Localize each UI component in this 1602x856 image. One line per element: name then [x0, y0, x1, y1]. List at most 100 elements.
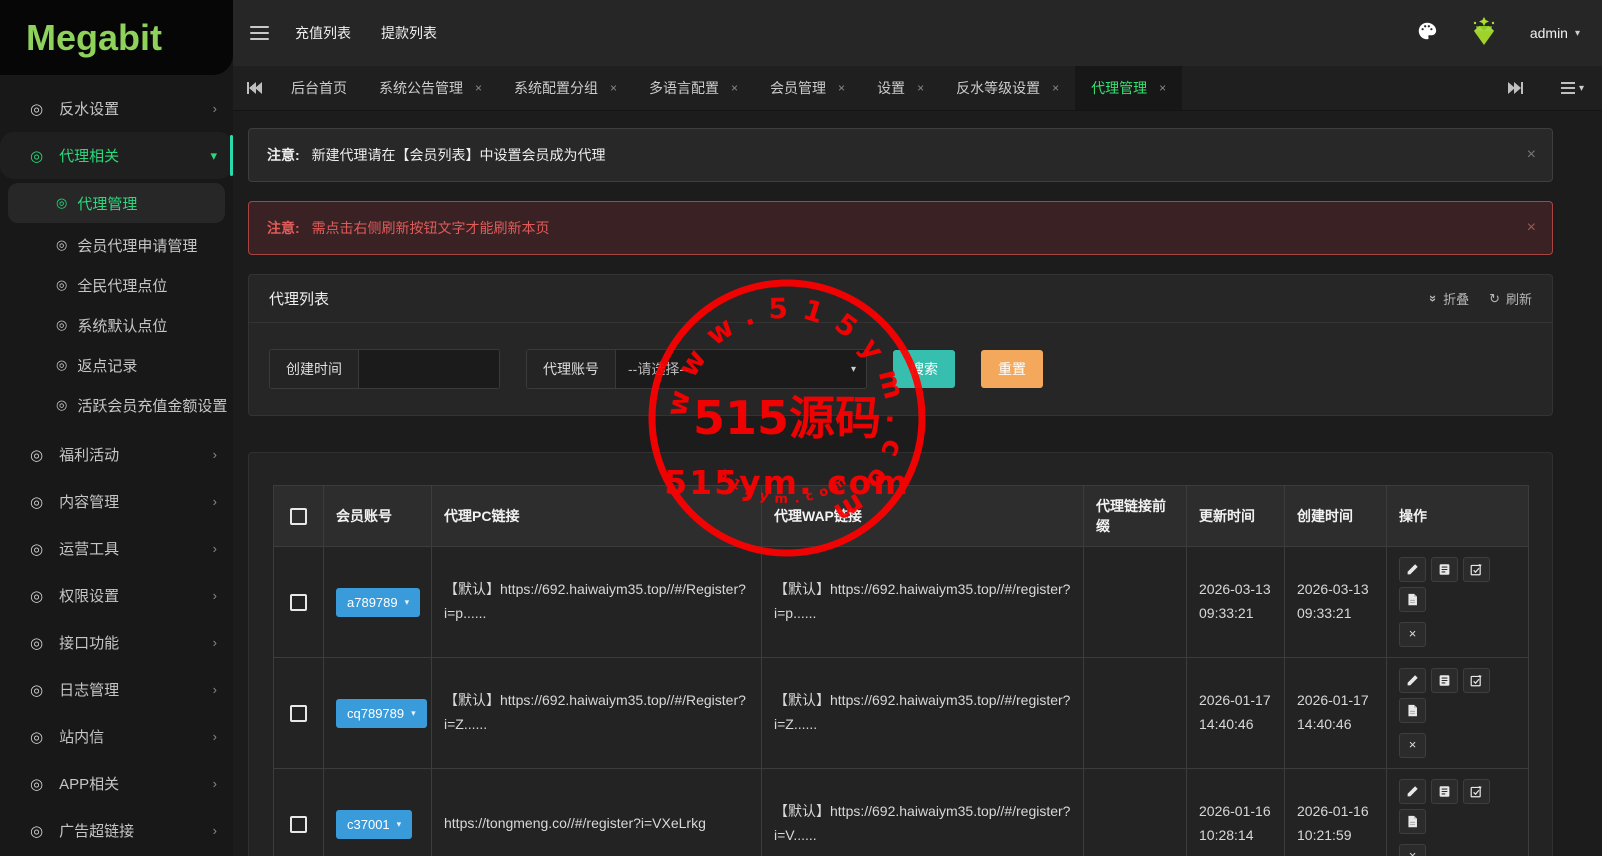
- audit-check-button[interactable]: [1463, 779, 1490, 804]
- avatar[interactable]: [1462, 9, 1506, 58]
- tab[interactable]: 设置 ×: [861, 66, 940, 110]
- sidebar-subitem[interactable]: ◎ 代理管理: [8, 183, 225, 223]
- tab-close-icon[interactable]: ×: [731, 81, 738, 95]
- chevron-icon: ›: [212, 101, 217, 116]
- agent-table-card: 会员账号 代理PC链接 代理WAP链接 代理链接前缀 更新时间 创建时间 操作 …: [248, 452, 1553, 856]
- account-dropdown-button[interactable]: c37001 ▾: [336, 809, 413, 839]
- sidebar-menu: ◎ 反水设置 › ◎ 代理相关 ▾ ◎ 代理管理 ◎ 会员代理申请管理 ◎ 全民…: [0, 75, 233, 854]
- delete-button[interactable]: ×: [1399, 733, 1426, 758]
- tab[interactable]: 系统配置分组 ×: [498, 66, 633, 110]
- sidebar-item-label: 反水设置: [59, 101, 120, 118]
- theme-palette-icon[interactable]: [1416, 20, 1438, 47]
- close-icon[interactable]: ×: [1527, 219, 1536, 237]
- sidebar-item[interactable]: ◎ 站内信 ›: [0, 713, 233, 760]
- sidebar-item[interactable]: ◎ APP相关 ›: [0, 760, 233, 807]
- sidebar-item[interactable]: ◎ 反水设置 ›: [0, 85, 233, 132]
- file-button[interactable]: [1399, 587, 1426, 612]
- row-checkbox[interactable]: [290, 704, 307, 722]
- created-time: 2026-03-13 09:33:21: [1284, 546, 1387, 658]
- chevron-down-icon: ▾: [1578, 82, 1584, 94]
- tab-close-icon[interactable]: ×: [1159, 81, 1166, 95]
- refresh-button[interactable]: ↻ 刷新: [1489, 289, 1532, 308]
- chevron-down-icon: ▾: [396, 818, 402, 829]
- tab-label: 设置: [877, 80, 906, 96]
- select-all-checkbox[interactable]: [290, 507, 307, 525]
- select-value: --请选择--: [628, 361, 689, 377]
- detail-list-button[interactable]: [1431, 779, 1458, 804]
- sidebar-item[interactable]: ◎ 运营工具 ›: [0, 525, 233, 572]
- sidebar-subitem[interactable]: ◎ 系统默认点位: [0, 305, 233, 345]
- tab[interactable]: 后台首页: [275, 66, 363, 110]
- collapse-button[interactable]: » 折叠: [1426, 289, 1469, 308]
- close-icon[interactable]: ×: [1527, 146, 1536, 164]
- search-button[interactable]: 搜索: [893, 350, 955, 388]
- tab[interactable]: 多语言配置 ×: [633, 66, 754, 110]
- tab-label: 系统配置分组: [514, 80, 599, 96]
- edit-button[interactable]: [1399, 779, 1426, 804]
- agent-account-group: 代理账号 --请选择-- ▾: [526, 349, 867, 389]
- tab-close-icon[interactable]: ×: [838, 81, 845, 95]
- edit-button[interactable]: [1399, 557, 1426, 582]
- topnav-recharge-list[interactable]: 充值列表: [295, 23, 351, 43]
- tab-close-icon[interactable]: ×: [610, 81, 617, 95]
- circle-bullet-icon: ◎: [56, 277, 68, 292]
- tabs-scroll-right-icon[interactable]: [1495, 81, 1537, 95]
- created-time-input[interactable]: [359, 350, 499, 388]
- tab[interactable]: 反水等级设置 ×: [940, 66, 1075, 110]
- sidebar-subitem[interactable]: ◎ 会员代理申请管理: [0, 225, 233, 265]
- sidebar-item[interactable]: ◎ 日志管理 ›: [0, 666, 233, 713]
- notice-text: 需点击右侧刷新按钮文字才能刷新本页: [311, 220, 550, 236]
- topnav-withdraw-list[interactable]: 提款列表: [381, 23, 437, 43]
- sidebar-item[interactable]: ◎ 内容管理 ›: [0, 478, 233, 525]
- circle-bullet-icon: ◎: [56, 397, 68, 412]
- tabs-operations-menu[interactable]: ▾: [1560, 82, 1584, 94]
- audit-check-button[interactable]: [1463, 668, 1490, 693]
- tab[interactable]: 系统公告管理 ×: [363, 66, 498, 110]
- col-pc-link: 代理PC链接: [431, 485, 762, 547]
- account-dropdown-button[interactable]: cq789789 ▾: [336, 698, 427, 728]
- account-dropdown-button[interactable]: a789789 ▾: [336, 587, 421, 617]
- topbar: 充值列表 提款列表 admin ▾: [233, 0, 1602, 66]
- chevron-icon: ›: [212, 541, 217, 556]
- sidebar-item[interactable]: ◎ 接口功能 ›: [0, 619, 233, 666]
- chevron-down-icon: ▾: [1574, 27, 1580, 39]
- sidebar-item[interactable]: ◎ 福利活动 ›: [0, 431, 233, 478]
- agent-table: 会员账号 代理PC链接 代理WAP链接 代理链接前缀 更新时间 创建时间 操作 …: [273, 485, 1529, 856]
- tab-close-icon[interactable]: ×: [917, 81, 924, 95]
- sidebar-item[interactable]: ◎ 权限设置 ›: [0, 572, 233, 619]
- sidebar-subitem[interactable]: ◎ 全民代理点位: [0, 265, 233, 305]
- refresh-label: 刷新: [1505, 292, 1532, 307]
- delete-button[interactable]: ×: [1399, 622, 1426, 647]
- notice-text: 新建代理请在【会员列表】中设置会员成为代理: [311, 147, 606, 163]
- agent-pc-link: https://tongmeng.co//#/register?i=VXeLrk…: [431, 768, 762, 856]
- row-checkbox[interactable]: [290, 815, 307, 833]
- row-checkbox[interactable]: [290, 593, 307, 611]
- sidebar-item[interactable]: ◎ 代理相关 ▾: [0, 132, 233, 179]
- tab[interactable]: 代理管理 ×: [1075, 66, 1183, 110]
- sidebar-item-label: 运营工具: [59, 541, 120, 558]
- row-actions: ×: [1399, 557, 1519, 647]
- reset-button[interactable]: 重置: [981, 350, 1043, 388]
- sidebar-item[interactable]: ◎ 广告超链接 ›: [0, 807, 233, 854]
- sidebar-subitem-label: 活跃会员充值金额设置: [77, 397, 228, 415]
- file-button[interactable]: [1399, 809, 1426, 834]
- tab[interactable]: 会员管理 ×: [754, 66, 861, 110]
- agent-account-select[interactable]: --请选择-- ▾: [616, 350, 866, 388]
- file-button[interactable]: [1399, 698, 1426, 723]
- user-menu[interactable]: admin ▾: [1530, 25, 1580, 41]
- circle-bullet-icon: ◎: [30, 587, 44, 605]
- agent-link-prefix: [1083, 657, 1187, 769]
- audit-check-button[interactable]: [1463, 557, 1490, 582]
- sidebar-subitem[interactable]: ◎ 活跃会员充值金额设置: [0, 385, 233, 425]
- tab-close-icon[interactable]: ×: [1052, 81, 1059, 95]
- tabbar: 后台首页 系统公告管理 × 系统配置分组 × 多语言配置 × 会员管理 × 设置…: [233, 66, 1602, 111]
- delete-button[interactable]: ×: [1399, 844, 1426, 856]
- hamburger-menu-icon[interactable]: [250, 26, 269, 40]
- detail-list-button[interactable]: [1431, 557, 1458, 582]
- edit-button[interactable]: [1399, 668, 1426, 693]
- sidebar-item-label: 内容管理: [59, 494, 120, 511]
- tabs-scroll-left-icon[interactable]: [233, 66, 275, 110]
- detail-list-button[interactable]: [1431, 668, 1458, 693]
- sidebar-subitem[interactable]: ◎ 返点记录: [0, 345, 233, 385]
- tab-close-icon[interactable]: ×: [475, 81, 482, 95]
